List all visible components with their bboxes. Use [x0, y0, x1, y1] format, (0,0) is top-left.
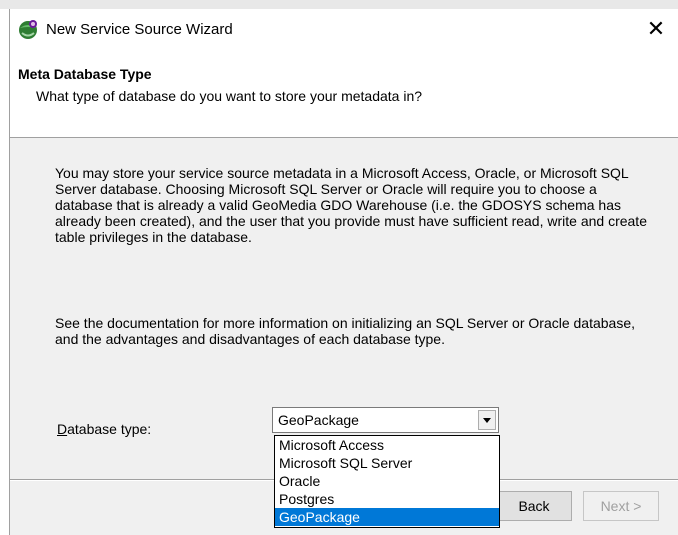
close-icon: ✕	[646, 16, 666, 41]
chevron-down-icon	[483, 417, 491, 423]
description-paragraph: You may store your service source metada…	[55, 165, 647, 245]
option-geopackage[interactable]: GeoPackage	[275, 508, 499, 526]
label-text: atabase type:	[67, 421, 152, 437]
window-title: New Service Source Wizard	[46, 21, 233, 38]
page-title: Meta Database Type	[18, 66, 152, 82]
back-label: Back	[518, 498, 550, 514]
option-postgres[interactable]: Postgres	[275, 490, 499, 508]
option-oracle[interactable]: Oracle	[275, 472, 499, 490]
back-button[interactable]: Back	[496, 491, 572, 521]
database-type-dropdown-list: Microsoft Access Microsoft SQL Server Or…	[274, 435, 500, 528]
database-type-label: Database type:	[57, 421, 151, 437]
label-mnemonic: D	[57, 421, 68, 437]
wizard-app-icon	[19, 20, 37, 39]
database-type-select[interactable]: GeoPackage	[272, 407, 499, 433]
next-label: Next >	[600, 498, 642, 514]
documentation-paragraph: See the documentation for more informati…	[55, 315, 636, 347]
wizard-dialog: New Service Source Wizard ✕ Meta Databas…	[9, 9, 678, 535]
title-bar: New Service Source Wizard ✕	[10, 9, 678, 51]
selected-value: GeoPackage	[278, 412, 359, 428]
option-microsoft-access[interactable]: Microsoft Access	[275, 436, 499, 454]
dropdown-button[interactable]	[478, 410, 496, 430]
close-button[interactable]: ✕	[634, 9, 678, 49]
wizard-header: Meta Database Type What type of database…	[10, 51, 678, 138]
background-strip	[0, 0, 678, 9]
option-microsoft-sql-server[interactable]: Microsoft SQL Server	[275, 454, 499, 472]
page-subtitle: What type of database do you want to sto…	[36, 88, 423, 104]
next-button[interactable]: Next >	[583, 491, 659, 521]
